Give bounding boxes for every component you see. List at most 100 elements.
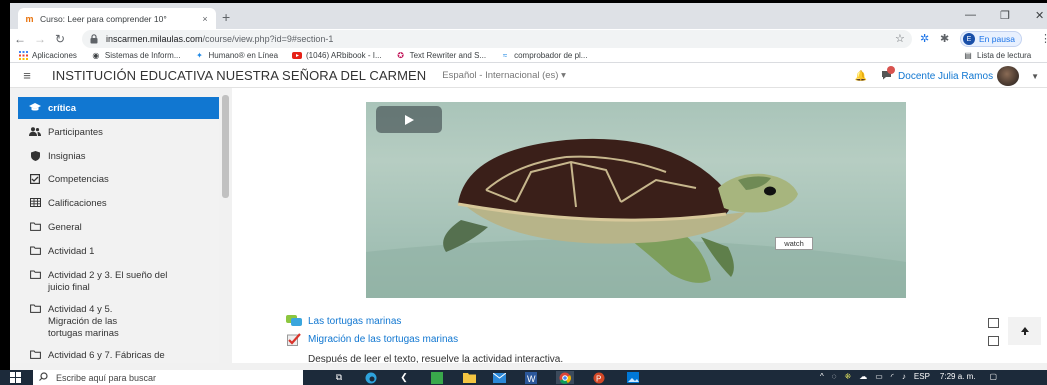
wifi-icon[interactable]: ◜ [891, 372, 894, 381]
drawer-toggle-icon[interactable]: ≡ [10, 68, 44, 83]
windows-start-icon[interactable] [0, 372, 30, 383]
sidebar-item-calificaciones[interactable]: Calificaciones [18, 192, 222, 216]
completion-checkbox[interactable] [988, 336, 999, 346]
activity-link[interactable]: Migración de las tortugas marinas [286, 332, 458, 346]
forward-button[interactable]: → [30, 32, 50, 46]
messages-icon[interactable] [881, 65, 896, 83]
profile-button[interactable]: E En pausa [960, 31, 1022, 47]
notifications-icon[interactable]: ▢ [990, 372, 998, 381]
back-to-top-button[interactable] [1008, 317, 1041, 345]
search-icon [39, 372, 48, 383]
profile-avatar: E [963, 33, 975, 45]
sidebar-item-actividad-4-5[interactable]: Actividad 4 y 5. Migración de las tortug… [18, 298, 222, 346]
notifications-bell-icon[interactable]: 🔔 [855, 71, 867, 82]
bookmark-item[interactable]: (1046) ARbibook - I... [292, 51, 382, 60]
browser-tab[interactable]: m Curso: Leer para comprender 10° × [18, 8, 216, 29]
cloud-icon[interactable]: ☁ [859, 372, 867, 381]
language-indicator[interactable]: ESP [914, 372, 930, 381]
browser-menu-icon[interactable]: ⋮ [1040, 32, 1047, 45]
tray-app-icon[interactable]: ⁜ [845, 372, 852, 381]
minimize-button[interactable]: — [965, 9, 976, 21]
bookmarks-bar: Aplicaciones ◉ Sistemas de Inform... ✦ H… [10, 49, 1047, 63]
bookmark-star-icon[interactable]: ☆ [895, 32, 905, 45]
bookmark-item[interactable]: ✦ Humano® en Línea [195, 51, 279, 60]
sidebar-item-insignias[interactable]: Insignias [18, 145, 222, 170]
sidebar-item-label: Competencias [48, 174, 109, 185]
sidebar-item-label: General [48, 222, 82, 233]
completion-checkbox[interactable] [988, 318, 999, 328]
browser-toolbar: ← → ↻ inscarmen.milaulas.com /course/vie… [10, 29, 1047, 49]
word-icon[interactable]: W [522, 371, 540, 384]
sidebar-item-competencias[interactable]: Competencias [18, 168, 222, 193]
site-name[interactable]: INSTITUCIÓN EDUCATIVA NUESTRA SEÑORA DEL… [52, 68, 426, 83]
powerpoint-icon[interactable]: P [590, 371, 608, 384]
sidebar-item-general[interactable]: General [18, 216, 222, 240]
volume-icon[interactable]: ♪ [902, 372, 906, 381]
sidebar-item-label: Actividad 4 y 5. Migración de las tortug… [48, 304, 119, 339]
show-hidden-icons-icon[interactable]: ^ [820, 372, 824, 381]
svg-text:W: W [527, 374, 536, 384]
svg-text:P: P [596, 374, 601, 383]
extensions-puzzle-icon[interactable]: ✱ [940, 32, 949, 45]
user-name[interactable]: Docente Julia Ramos [898, 71, 993, 82]
tab-close-icon[interactable]: × [200, 14, 210, 24]
sidebar-scrollbar-thumb[interactable] [222, 95, 229, 198]
graduation-cap-icon [28, 103, 42, 115]
reading-list-label: Lista de lectura [977, 51, 1032, 60]
user-avatar[interactable] [997, 66, 1020, 86]
close-window-button[interactable]: ✕ [1035, 9, 1044, 22]
site-icon: ✪ [397, 51, 404, 60]
reading-list-icon: ▤ [964, 51, 972, 60]
extension-icon[interactable]: ✲ [920, 32, 929, 45]
reload-button[interactable]: ↻ [50, 32, 70, 46]
battery-icon[interactable]: ▭ [875, 372, 883, 381]
clock[interactable]: 7:29 a. m. [940, 372, 976, 381]
video-player[interactable]: watch [366, 102, 906, 298]
sidebar-item-label: Actividad 1 [48, 246, 95, 257]
tab-title: Curso: Leer para comprender 10° [40, 13, 167, 24]
edge-icon[interactable] [362, 371, 380, 384]
forum-icon [286, 315, 302, 327]
address-bar[interactable]: inscarmen.milaulas.com /course/view.php?… [82, 30, 912, 48]
app-icon[interactable]: ❮ [395, 371, 413, 384]
sidebar-item-actividad-1[interactable]: Actividad 1 [18, 240, 222, 264]
bookmark-label: (1046) ARbibook - I... [306, 51, 382, 60]
quiz-icon [286, 332, 302, 346]
sidebar-item-critica[interactable]: crítica [18, 97, 222, 119]
site-navbar: ≡ INSTITUCIÓN EDUCATIVA NUESTRA SEÑORA D… [10, 63, 1047, 88]
app-icon[interactable] [428, 371, 446, 384]
sidebar-item-participantes[interactable]: Participantes [18, 121, 222, 145]
users-icon [28, 127, 42, 139]
bookmark-item[interactable]: ≈ comprobador de pl... [500, 51, 588, 60]
bookmark-item[interactable]: Aplicaciones [18, 51, 77, 60]
bookmark-label: Humano® en Línea [208, 51, 279, 60]
lock-icon [90, 34, 99, 44]
sidebar-item-actividad-2-3[interactable]: Actividad 2 y 3. El sueño del juicio fin… [18, 264, 222, 300]
table-icon [28, 198, 42, 210]
page-horizontal-scrollbar[interactable] [10, 363, 1047, 370]
taskbar-search-box[interactable]: Escribe aquí para buscar [33, 370, 303, 385]
reading-list-button[interactable]: ▤ Lista de lectura [963, 51, 1031, 60]
activity-link[interactable]: Las tortugas marinas [286, 315, 401, 327]
photos-icon[interactable] [624, 371, 642, 384]
bookmark-item[interactable]: ◉ Sistemas de Inform... [91, 51, 180, 60]
new-tab-button[interactable]: + [222, 9, 230, 25]
language-menu[interactable]: Español - Internacional (es) ▾ [442, 70, 566, 81]
moodle-favicon-icon: m [25, 13, 34, 24]
restore-button[interactable]: ❐ [1000, 9, 1010, 22]
sidebar-item-label: Actividad 2 y 3. El sueño del juicio fin… [48, 270, 168, 293]
user-menu-caret-icon[interactable]: ▼ [1031, 72, 1039, 81]
chrome-icon[interactable] [556, 371, 574, 384]
play-button[interactable] [376, 106, 442, 133]
bookmark-item[interactable]: ✪ Text Rewriter and S... [396, 51, 486, 60]
watch-label[interactable]: watch [775, 237, 813, 250]
task-view-icon[interactable]: ⧉ [330, 371, 348, 384]
mail-icon[interactable] [490, 371, 508, 384]
file-explorer-icon[interactable] [460, 371, 478, 384]
network-icon[interactable]: ◌ [832, 372, 837, 381]
back-button[interactable]: ← [10, 32, 30, 46]
url-path: /course/view.php?id=9#section-1 [202, 34, 334, 44]
folder-icon [28, 270, 42, 282]
messages-badge [887, 65, 896, 74]
screen-bezel-left [0, 0, 10, 385]
